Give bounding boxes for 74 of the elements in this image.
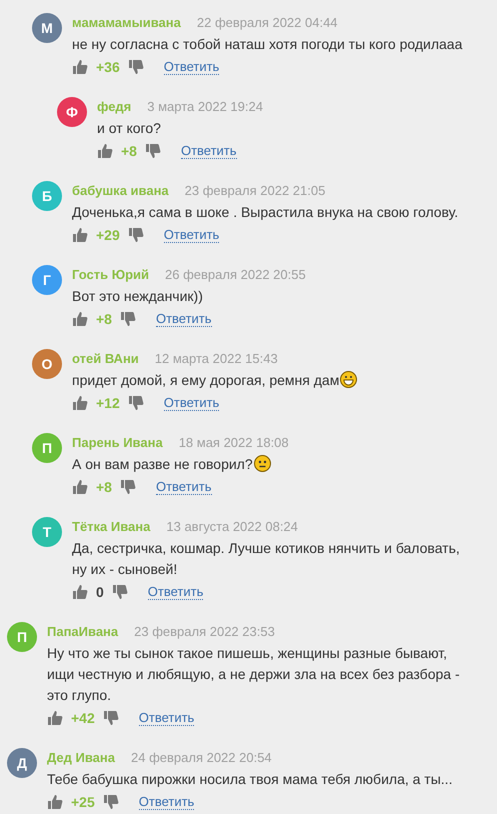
avatar: О: [32, 349, 62, 379]
comment-text: Доченька,я сама в шоке . Вырастила внука на свою голову.: [72, 203, 460, 222]
vote-score: 0: [96, 584, 104, 600]
vote-score: +8: [121, 143, 137, 159]
comment-date: 18 мая 2022 18:08: [178, 434, 289, 450]
vote-score: +8: [96, 479, 112, 495]
avatar: Г: [32, 265, 62, 295]
reply-link[interactable]: Ответить: [164, 395, 220, 411]
comment-date: 13 августа 2022 08:24: [166, 518, 298, 534]
reply-link[interactable]: Ответить: [138, 710, 194, 726]
author-name: Парень Ивана: [72, 434, 163, 450]
vote-score: +12: [96, 395, 120, 411]
author-name: федя: [97, 98, 132, 114]
thumbs-up-icon[interactable]: [72, 395, 88, 411]
author-name: отей ВАни: [72, 350, 139, 366]
comment-date: 22 февраля 2022 04:44: [196, 14, 338, 30]
neutral-face-icon: [254, 455, 271, 472]
avatar: П: [32, 433, 62, 463]
vote-score: +8: [96, 311, 112, 327]
author-name: Гость Юрий: [72, 266, 150, 282]
avatar: П: [7, 622, 37, 652]
avatar: Т: [32, 517, 62, 547]
reply-link[interactable]: Ответить: [156, 311, 212, 327]
comment-text: не ну согласна с тобой наташ хотя погоди ты кого родилааа: [72, 35, 464, 54]
comment-text: Вот это нежданчик)): [72, 287, 204, 306]
thumbs-down-icon[interactable]: [120, 311, 136, 327]
thumbs-up-icon[interactable]: [72, 311, 88, 327]
comment-text: А он вам разве не говорил?: [72, 454, 467, 475]
author-name: ПапаИвана: [47, 624, 118, 638]
author-name: Тётка Ивана: [72, 518, 150, 534]
thumbs-up-icon[interactable]: [72, 584, 88, 600]
thumbs-up-icon[interactable]: [72, 479, 88, 495]
author-name: мамамамыивана: [72, 14, 181, 30]
thumbs-down-icon[interactable]: [144, 143, 161, 159]
reply-link[interactable]: Ответить: [164, 227, 220, 243]
thumbs-down-icon[interactable]: [128, 227, 144, 243]
comment-text: придет домой, я ему дорогая, ремня дам: [72, 370, 467, 391]
thumbs-up-icon[interactable]: [47, 794, 63, 810]
thumbs-up-icon[interactable]: [72, 227, 88, 243]
comment-date: 23 февраля 2022 21:05: [184, 182, 326, 198]
comment-text: Ну что же ты сынок такое пишешь, женщины разные бывают, ищи честную и любящую, а не держи зла на всех без разбора - это глупо.: [47, 644, 461, 705]
vote-score: +25: [71, 794, 95, 810]
vote-score: +36: [96, 59, 120, 75]
thumbs-down-icon[interactable]: [120, 479, 136, 495]
author-name: Дед Ивана: [47, 750, 115, 764]
vote-score: +29: [96, 227, 120, 243]
reply-link[interactable]: Ответить: [156, 479, 212, 495]
comment-date: 26 февраля 2022 20:55: [165, 266, 306, 282]
avatar: Д: [7, 748, 37, 778]
grinning-face-icon: [340, 371, 358, 388]
reply-link[interactable]: Ответить: [138, 794, 194, 810]
comment-date: 3 марта 2022 19:24: [147, 98, 263, 114]
comment-text: Да, сестричка, кошмар. Лучше котиков нянчить и баловать, ну их - сыновей!: [72, 539, 461, 579]
avatar: М: [32, 13, 62, 43]
thumbs-down-icon[interactable]: [102, 710, 119, 726]
reply-link[interactable]: Ответить: [180, 143, 237, 159]
thumbs-up-icon[interactable]: [72, 59, 88, 75]
comment-date: 12 марта 2022 15:43: [154, 350, 278, 366]
vote-score: +42: [71, 710, 95, 726]
reply-link[interactable]: Ответить: [164, 59, 220, 75]
thumbs-up-icon[interactable]: [97, 143, 113, 159]
thumbs-up-icon[interactable]: [47, 710, 63, 726]
thumbs-down-icon[interactable]: [128, 59, 144, 75]
comment-date: 24 февраля 2022 20:54: [131, 750, 272, 764]
comment-text: Тебе бабушка пирожки носила твоя мама тебя любила, а ты...: [47, 770, 454, 789]
reply-link[interactable]: Ответить: [148, 584, 204, 600]
avatar: Б: [32, 181, 62, 211]
author-name: бабушка ивана: [72, 182, 169, 198]
thumbs-down-icon[interactable]: [102, 794, 119, 810]
thumbs-down-icon[interactable]: [128, 395, 144, 411]
comment-date: 23 февраля 2022 23:53: [134, 624, 275, 638]
avatar: Ф: [57, 97, 87, 127]
comment-text: и от кого?: [97, 119, 162, 138]
thumbs-down-icon[interactable]: [112, 584, 128, 600]
